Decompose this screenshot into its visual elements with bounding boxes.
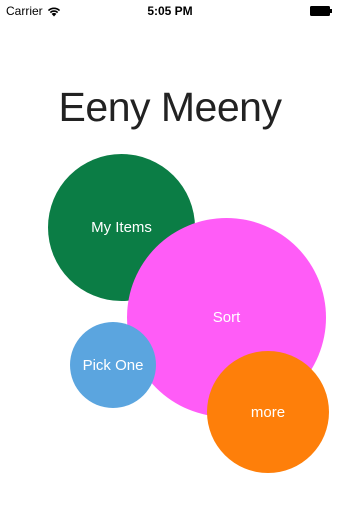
- status-time: 5:05 PM: [147, 4, 193, 18]
- more-label: more: [250, 403, 286, 421]
- pick-one-bubble[interactable]: Pick One: [70, 322, 156, 408]
- pick-one-label: Pick One: [82, 356, 144, 374]
- battery-icon: [310, 6, 332, 16]
- status-bar: Carrier 5:05 PM: [0, 0, 340, 22]
- more-bubble[interactable]: more: [207, 351, 329, 473]
- my-items-label: My Items: [91, 219, 152, 236]
- app-title: Eeny Meeny: [58, 84, 282, 130]
- sort-label: Sort: [212, 309, 241, 326]
